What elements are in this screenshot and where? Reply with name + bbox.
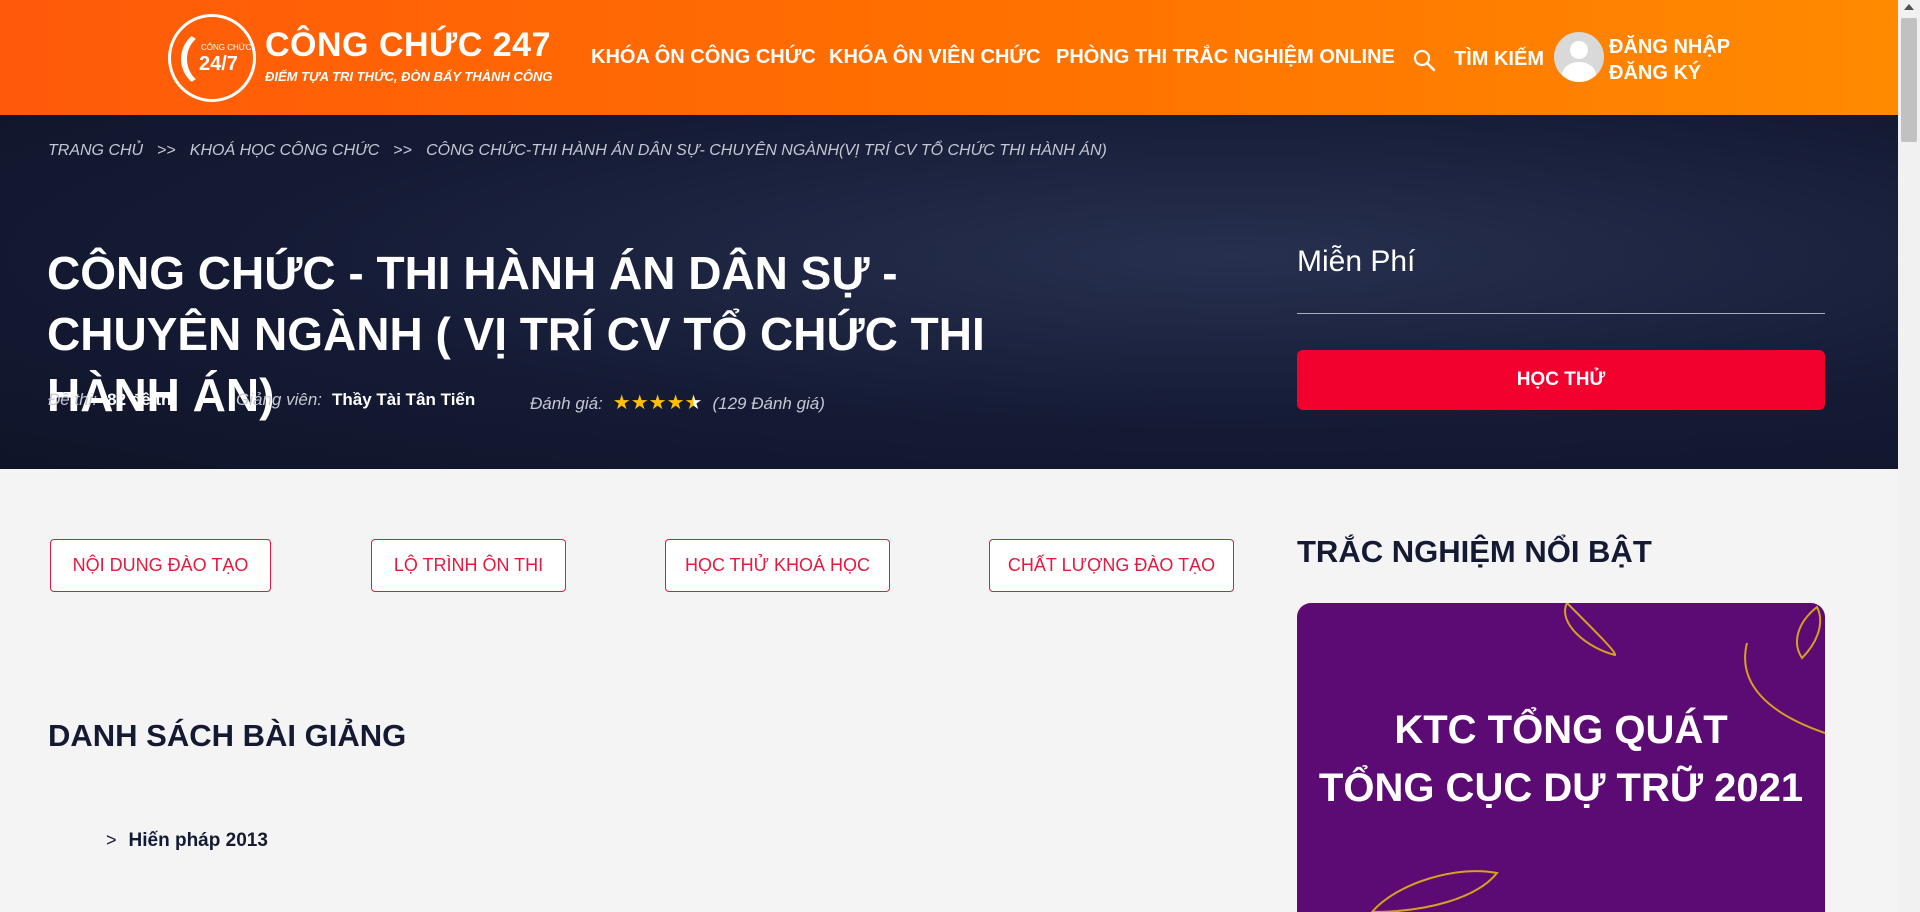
price-divider	[1297, 313, 1825, 314]
try-course-button[interactable]: HỌC THỬ	[1297, 350, 1825, 410]
breadcrumb: TRANG CHỦ >> KHOÁ HỌC CÔNG CHỨC >> CÔNG CHỨC…	[48, 142, 1107, 160]
brand-title: CÔNG CHỨC 247	[265, 26, 551, 64]
avatar-head-icon	[1570, 41, 1588, 59]
tab-training-quality[interactable]: CHẤT LƯỢNG ĐÀO TẠO	[989, 539, 1234, 592]
star-icon: ★	[666, 392, 685, 414]
lecture-item[interactable]: > Hiến pháp 2013	[106, 830, 268, 852]
brand[interactable]: CÔNG CHỨC 247 ĐIỂM TỰA TRI THỨC, ĐÒN BẨY…	[265, 26, 553, 84]
breadcrumb-separator: >>	[157, 142, 176, 159]
tab-trial-course[interactable]: HỌC THỬ KHOÁ HỌC	[665, 539, 890, 592]
auth-links: ĐĂNG NHẬP ĐĂNG KÝ	[1609, 34, 1730, 86]
scroll-up-arrow-icon[interactable]	[1904, 4, 1914, 10]
lecture-item-label: Hiến pháp 2013	[128, 830, 268, 851]
search-icon[interactable]	[1412, 48, 1436, 72]
nav-vien-chuc-courses[interactable]: KHÓA ÔN VIÊN CHỨC	[829, 46, 1040, 69]
tab-training-content[interactable]: NỘI DUNG ĐÀO TẠO	[50, 539, 271, 592]
brand-slogan: ĐIỂM TỰA TRI THỨC, ĐÒN BẨY THÀNH CÔNG	[265, 69, 553, 84]
nav-online-exam-room[interactable]: PHÒNG THI TRẮC NGHIỆM ONLINE	[1056, 46, 1395, 69]
breadcrumb-current: CÔNG CHỨC-THI HÀNH ÁN DÂN SỰ- CHUYÊN NGÀ…	[426, 142, 1107, 159]
logo-small-text: CÔNG CHỨC	[201, 43, 252, 52]
logo-emblem: CÔNG CHỨC 24/7	[168, 14, 256, 102]
half-star-icon: ★	[684, 392, 703, 414]
course-price: Miễn Phí	[1297, 245, 1416, 278]
scroll-thumb[interactable]	[1901, 18, 1917, 142]
avatar-body-icon	[1562, 62, 1596, 82]
course-exams: Đề thi: 82 đề thi	[48, 390, 176, 410]
star-icon: ★	[630, 392, 649, 414]
chevron-right-icon: >	[106, 830, 117, 850]
tab-exam-roadmap[interactable]: LỘ TRÌNH ÔN THI	[371, 539, 566, 592]
site-logo[interactable]: CÔNG CHỨC 24/7	[168, 14, 260, 102]
search-link[interactable]: TÌM KIẾM	[1454, 48, 1544, 71]
banner-text: KTC TỔNG QUÁT TỔNG CỤC DỰ TRỮ 2021	[1297, 701, 1825, 817]
breadcrumb-separator: >>	[393, 142, 413, 159]
teacher-label: Giảng viên:	[236, 390, 322, 409]
lecture-list-title: DANH SÁCH BÀI GIẢNG	[48, 718, 407, 753]
rating-count: (129 Đánh giá)	[712, 394, 825, 413]
breadcrumb-category[interactable]: KHOÁ HỌC CÔNG CHỨC	[190, 142, 380, 159]
featured-quizzes-title: TRẮC NGHIỆM NỔI BẬT	[1297, 534, 1652, 569]
exams-label: Đề thi:	[48, 390, 98, 409]
avatar[interactable]	[1554, 32, 1604, 82]
exams-value: 82 đề thi	[107, 390, 177, 409]
login-link[interactable]: ĐĂNG NHẬP	[1609, 36, 1730, 58]
featured-quiz-banner[interactable]: KTC TỔNG QUÁT TỔNG CỤC DỰ TRỮ 2021	[1297, 603, 1825, 912]
rating-label: Đánh giá:	[530, 394, 603, 413]
course-hero: TRANG CHỦ >> KHOÁ HỌC CÔNG CHỨC >> CÔNG CHỨC…	[0, 115, 1898, 469]
banner-line-2: TỔNG CỤC DỰ TRỮ 2021	[1318, 766, 1804, 810]
star-icon: ★	[612, 392, 631, 414]
teacher-value: Thầy Tài Tân Tiến	[332, 390, 476, 409]
breadcrumb-home[interactable]: TRANG CHỦ	[48, 142, 143, 159]
nav-cong-chuc-courses[interactable]: KHÓA ÔN CÔNG CHỨC	[591, 46, 816, 69]
register-link[interactable]: ĐĂNG KÝ	[1609, 62, 1701, 84]
star-icon: ★	[648, 392, 667, 414]
course-rating: Đánh giá: ★★★★★ (129 Đánh giá)	[530, 390, 825, 415]
course-teacher: Giảng viên: Thầy Tài Tân Tiến	[236, 390, 475, 410]
banner-line-1: KTC TỔNG QUÁT	[1394, 708, 1728, 752]
page-scrollbar[interactable]	[1898, 0, 1920, 912]
site-header: CÔNG CHỨC 24/7 CÔNG CHỨC 247 ĐIỂM TỰA TR…	[0, 0, 1898, 115]
rating-stars: ★★★★★	[613, 390, 703, 415]
logo-big-text: 24/7	[199, 53, 238, 75]
